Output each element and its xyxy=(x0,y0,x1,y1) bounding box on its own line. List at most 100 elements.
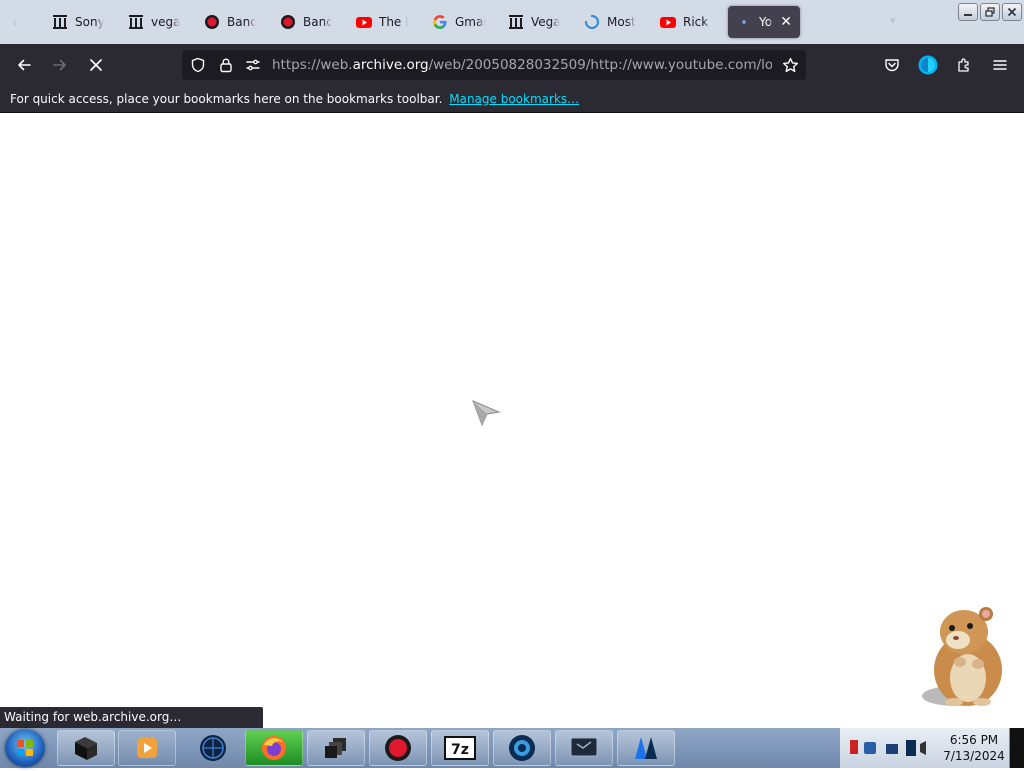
archive-icon xyxy=(128,14,144,30)
archive-icon xyxy=(508,14,524,30)
7zip-icon: 7z xyxy=(444,736,476,760)
vegas-icon xyxy=(635,737,657,759)
taskbar-app-camera[interactable] xyxy=(493,730,551,766)
taskbar-app-7zip[interactable]: 7z xyxy=(431,730,489,766)
taskbar-app-firefox[interactable] xyxy=(245,730,303,766)
loading-icon xyxy=(584,14,600,30)
terminal-app-icon xyxy=(75,737,97,760)
windows-logo-icon xyxy=(17,740,33,756)
account-button[interactable] xyxy=(914,52,942,78)
tab-title: vegas xyxy=(151,15,180,29)
bookmark-star-icon[interactable] xyxy=(781,56,799,74)
tracking-protection-shield-icon[interactable] xyxy=(189,56,207,74)
clock-date: 7/13/2024 xyxy=(943,749,1005,763)
tab-title: Most xyxy=(607,15,636,29)
page-content[interactable] xyxy=(0,114,1024,728)
status-panel: Waiting for web.archive.org… xyxy=(0,707,263,728)
url-domain: archive.org xyxy=(352,57,429,73)
tab-title: Gmail xyxy=(455,15,486,29)
tab-title: Rick A xyxy=(683,15,712,29)
media-player-icon xyxy=(137,738,157,758)
close-window-button[interactable] xyxy=(1002,3,1022,21)
lock-icon[interactable] xyxy=(217,56,235,74)
firefox-icon xyxy=(262,736,286,760)
taskbar: 7z 6:56 PM 7/13/2024 xyxy=(0,728,1024,768)
tray-icons[interactable] xyxy=(846,736,936,760)
tab-title: Bandi xyxy=(303,15,332,29)
address-bar[interactable]: https://web.archive.org/web/200508280325… xyxy=(182,50,806,80)
window-controls xyxy=(958,3,1022,21)
tab-2[interactable]: vegas xyxy=(120,6,188,38)
bandicam-icon xyxy=(204,14,220,30)
tab-9[interactable]: Rick A xyxy=(652,6,720,38)
url-prefix: https://web. xyxy=(272,57,353,73)
tab-4[interactable]: Bandi xyxy=(272,6,340,38)
loading-icon xyxy=(736,14,752,30)
account-avatar-icon xyxy=(918,55,938,75)
arrow-left-icon xyxy=(18,59,31,71)
taskbar-app-task-switcher[interactable] xyxy=(307,730,365,766)
mouse-pointer-icon xyxy=(472,400,501,427)
close-tab-icon[interactable]: ✕ xyxy=(780,14,792,30)
show-desktop-button[interactable] xyxy=(1009,728,1024,768)
start-button[interactable] xyxy=(5,729,45,767)
taskbar-app-globe[interactable] xyxy=(184,730,242,766)
app-menu-button[interactable] xyxy=(986,52,1014,78)
pocket-icon xyxy=(885,59,899,72)
windows-stack-icon xyxy=(325,738,346,758)
record-icon xyxy=(385,735,411,761)
bandicam-icon xyxy=(280,14,296,30)
tab-3[interactable]: Bandi xyxy=(196,6,264,38)
tab-title: Vegas xyxy=(531,15,560,29)
taskbar-app-bandicam[interactable] xyxy=(369,730,427,766)
url-path: /web/20050828032509/http://www.youtube.c… xyxy=(428,57,772,73)
tab-title: You xyxy=(759,15,773,29)
taskbar-app-vegas[interactable] xyxy=(617,730,675,766)
tab-title: Sony xyxy=(75,15,104,29)
google-icon xyxy=(432,14,448,30)
youtube-icon xyxy=(660,14,676,30)
status-text: Waiting for web.archive.org… xyxy=(4,710,182,724)
navigation-toolbar: https://web.archive.org/web/200508280325… xyxy=(0,44,1024,86)
tab-title: The Et xyxy=(379,15,408,29)
system-tray: 6:56 PM 7/13/2024 xyxy=(840,728,1024,768)
manage-bookmarks-link[interactable]: Manage bookmarks… xyxy=(449,92,579,106)
url-text[interactable]: https://web.archive.org/web/200508280325… xyxy=(272,57,772,75)
back-button[interactable] xyxy=(10,52,38,78)
minimize-button[interactable] xyxy=(958,3,978,21)
tab-5[interactable]: The Et xyxy=(348,6,416,38)
tab-strip: ‹ Sony vegas Bandi Bandi The Et Gma xyxy=(0,0,1024,44)
scroll-tabs-left-icon[interactable]: ‹ xyxy=(4,12,26,34)
tab-overflow-icon[interactable]: ▾ xyxy=(890,14,896,27)
svg-text:7z: 7z xyxy=(451,742,469,758)
extensions-button[interactable] xyxy=(950,52,978,78)
hamster-mascot-icon xyxy=(922,607,1002,706)
permissions-icon[interactable] xyxy=(244,56,262,74)
lens-icon xyxy=(509,735,535,761)
taskbar-app-media-player[interactable] xyxy=(118,730,176,766)
hamburger-menu-icon xyxy=(993,60,1007,70)
taskbar-app-terminal[interactable] xyxy=(57,730,115,766)
puzzle-icon xyxy=(958,58,969,72)
bookmarks-toolbar: For quick access, place your bookmarks h… xyxy=(0,86,1024,113)
system-clock[interactable]: 6:56 PM 7/13/2024 xyxy=(940,732,1008,764)
bookmarks-empty-message: For quick access, place your bookmarks h… xyxy=(10,92,443,106)
stop-icon xyxy=(90,59,102,71)
pocket-button[interactable] xyxy=(878,52,906,78)
clock-time: 6:56 PM xyxy=(949,733,999,747)
arrow-right-icon xyxy=(53,59,66,71)
tab-title: Bandi xyxy=(227,15,256,29)
tab-6[interactable]: Gmail xyxy=(424,6,494,38)
tab-8[interactable]: Most xyxy=(576,6,644,38)
monitor-icon xyxy=(570,737,598,757)
archive-icon xyxy=(52,14,68,30)
taskbar-app-video-editor[interactable] xyxy=(555,730,613,766)
forward-button[interactable] xyxy=(46,52,74,78)
restore-button[interactable] xyxy=(980,3,1000,21)
tab-10-active[interactable]: You ✕ xyxy=(728,6,800,38)
tab-7[interactable]: Vegas xyxy=(500,6,568,38)
youtube-icon xyxy=(356,14,372,30)
globe-app-icon xyxy=(200,735,226,761)
stop-loading-button[interactable] xyxy=(82,52,110,78)
tab-1[interactable]: Sony xyxy=(44,6,112,38)
